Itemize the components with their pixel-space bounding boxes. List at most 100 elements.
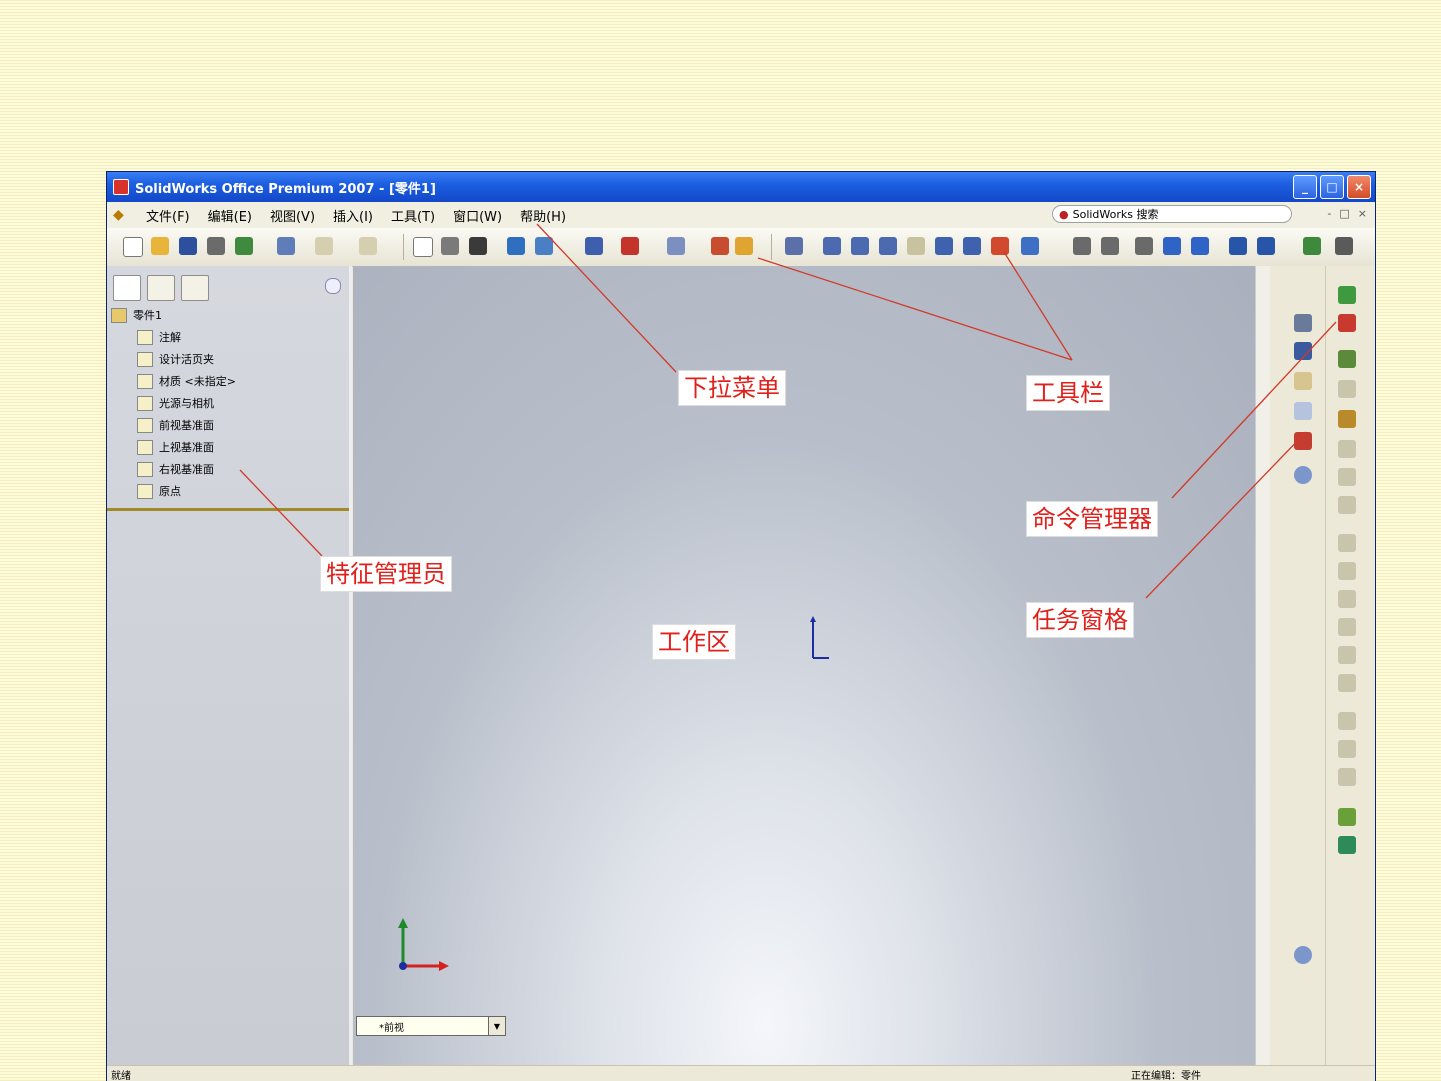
extruded-cut-icon[interactable] (1338, 440, 1356, 458)
draft-icon[interactable] (1338, 646, 1356, 664)
menu-window[interactable]: 窗口(W) (444, 206, 511, 225)
shaded-with-edges-icon[interactable] (1163, 237, 1181, 255)
menu-view[interactable]: 视图(V) (261, 206, 324, 225)
tree-item-annotations[interactable]: 注解 (111, 326, 347, 348)
zoom-to-area-icon[interactable] (851, 237, 869, 255)
fillet-icon[interactable] (1338, 534, 1356, 552)
hole-wizard-icon[interactable] (1338, 674, 1356, 692)
zoom-to-fit-icon[interactable] (823, 237, 841, 255)
shell-icon[interactable] (1338, 618, 1356, 636)
tree-item-design-binder[interactable]: 设计活页夹 (111, 348, 347, 370)
rotate-view-icon[interactable] (935, 237, 953, 255)
menu-tools[interactable]: 工具(T) (382, 206, 444, 225)
view-orientation-icon[interactable] (621, 237, 639, 255)
draft-quality-icon[interactable] (991, 237, 1009, 255)
file-explorer-icon[interactable] (1294, 372, 1312, 390)
extruded-boss-icon[interactable] (1338, 286, 1356, 304)
search-input[interactable]: ● SolidWorks 搜索 (1052, 205, 1292, 223)
redo-icon[interactable] (359, 237, 377, 255)
previous-view-icon[interactable] (785, 237, 803, 255)
measure-icon[interactable] (1335, 237, 1353, 255)
view-palette-icon[interactable] (1294, 432, 1312, 450)
doc-restore-button[interactable]: □ (1339, 207, 1349, 220)
doc-close-button[interactable]: × (1358, 207, 1367, 220)
search-results-icon[interactable] (1294, 402, 1312, 420)
hide-show-icon[interactable] (667, 237, 685, 255)
wireframe-icon[interactable] (1073, 237, 1091, 255)
maximize-button[interactable]: □ (1320, 175, 1344, 199)
section-view-icon[interactable] (535, 237, 553, 255)
pan-icon[interactable] (963, 237, 981, 255)
open-folder-icon[interactable] (151, 237, 169, 255)
chamfer-icon[interactable] (1338, 562, 1356, 580)
zoom-to-selection-icon[interactable] (907, 237, 925, 255)
appearance-icon[interactable] (585, 237, 603, 255)
shadows-icon[interactable] (1229, 237, 1247, 255)
origin-icon (137, 483, 153, 499)
menu-file[interactable]: 文件(F) (137, 206, 199, 225)
design-binder-icon (137, 351, 153, 367)
swept-boss-icon[interactable] (1338, 380, 1356, 398)
vertical-scrollbar[interactable] (1255, 266, 1270, 1065)
property-manager-tab[interactable] (147, 275, 175, 301)
menu-edit[interactable]: 编辑(E) (199, 206, 261, 225)
doc-minimize-button[interactable]: - (1327, 207, 1331, 220)
collapse-up-icon[interactable] (1294, 466, 1312, 484)
standard-views-icon[interactable] (1021, 237, 1039, 255)
display-style-icon[interactable] (507, 237, 525, 255)
tree-item-top-plane[interactable]: 上视基准面 (111, 436, 347, 458)
tree-item-origin[interactable]: 原点 (111, 480, 347, 502)
solidworks-logo-icon[interactable]: ◆ (113, 207, 131, 223)
tree-item-lights-cameras[interactable]: 光源与相机 (111, 392, 347, 414)
rib-icon[interactable] (1338, 590, 1356, 608)
panel-expand-icon[interactable] (325, 278, 341, 294)
circular-pattern-icon[interactable] (1338, 740, 1356, 758)
new-document-icon[interactable] (123, 237, 143, 257)
lofted-boss-icon[interactable] (1338, 410, 1356, 428)
select-icon[interactable] (413, 237, 433, 257)
tree-item-root[interactable]: 零件1 (111, 304, 347, 326)
hidden-lines-removed-icon[interactable] (1135, 237, 1153, 255)
curves-icon[interactable] (1338, 836, 1356, 854)
feature-manager-tab[interactable] (113, 275, 141, 301)
photoworks-icon[interactable] (735, 237, 753, 255)
tree-item-material[interactable]: 材质 <未指定> (111, 370, 347, 392)
tree-item-label: 原点 (159, 485, 181, 498)
mirror-icon[interactable] (1338, 768, 1356, 786)
realview-icon[interactable] (711, 237, 729, 255)
print-preview-icon[interactable] (235, 237, 253, 255)
linear-pattern-icon[interactable] (1338, 712, 1356, 730)
standard-toolbar (107, 228, 1375, 267)
design-library-icon[interactable] (1294, 342, 1312, 360)
menu-help[interactable]: 帮助(H) (511, 206, 575, 225)
view-select-dropdown[interactable]: *前视 ▼ (356, 1016, 506, 1036)
resources-icon[interactable] (1294, 314, 1312, 332)
chevron-down-icon[interactable]: ▼ (488, 1017, 505, 1035)
swept-cut-icon[interactable] (1338, 496, 1356, 514)
shaded-icon[interactable] (1191, 237, 1209, 255)
close-button[interactable]: × (1347, 175, 1371, 199)
tree-item-front-plane[interactable]: 前视基准面 (111, 414, 347, 436)
collapse-down-icon[interactable] (1294, 946, 1312, 964)
section-icon[interactable] (1303, 237, 1321, 255)
graphics-area[interactable]: *前视 ▼ (353, 266, 1270, 1065)
configuration-manager-tab[interactable] (181, 275, 209, 301)
minimize-button[interactable]: _ (1293, 175, 1317, 199)
reference-triad-icon (398, 918, 449, 971)
revolved-cut-icon[interactable] (1338, 468, 1356, 486)
reference-geometry-icon[interactable] (1338, 808, 1356, 826)
rebuild-icon[interactable] (441, 237, 459, 255)
hidden-lines-visible-icon[interactable] (1101, 237, 1119, 255)
revolved-boss-icon[interactable] (1338, 350, 1356, 368)
options-icon[interactable] (469, 237, 487, 255)
print-icon[interactable] (207, 237, 225, 255)
save-icon[interactable] (179, 237, 197, 255)
zoom-in-out-icon[interactable] (879, 237, 897, 255)
solidworks-window: SolidWorks Office Premium 2007 - [零件1] _… (107, 172, 1375, 1081)
cut-icon[interactable] (277, 237, 295, 255)
tree-item-right-plane[interactable]: 右视基准面 (111, 458, 347, 480)
undo-icon[interactable] (315, 237, 333, 255)
menu-insert[interactable]: 插入(I) (324, 206, 382, 225)
sketch-icon[interactable] (1338, 314, 1356, 332)
perspective-icon[interactable] (1257, 237, 1275, 255)
